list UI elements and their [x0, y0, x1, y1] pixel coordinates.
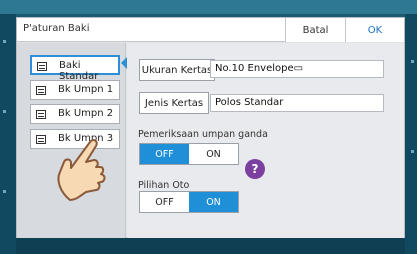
- background-bottom: [16, 238, 405, 254]
- double-feed-label: Pemeriksaan umpan ganda: [138, 129, 268, 140]
- background-tick: [411, 150, 414, 153]
- hand-shape: [57, 139, 106, 201]
- dialog-titlebar: P'aturan Baki Batal OK: [17, 18, 404, 42]
- cancel-button[interactable]: Batal: [285, 18, 345, 42]
- tray-settings-dialog: P'aturan Baki Batal OK Baki Standar Bk U…: [16, 17, 405, 238]
- double-feed-on-option[interactable]: ON: [189, 144, 238, 164]
- tray-settings-panel: Ukuran Kertas No.10 Envelope▭ Jenis Kert…: [127, 43, 404, 238]
- background-tick: [411, 60, 414, 63]
- background-tick: [3, 190, 6, 193]
- background-top: [0, 0, 417, 14]
- tray-icon: [36, 110, 46, 119]
- auto-select-toggle: OFF ON: [139, 191, 239, 213]
- auto-select-on-option[interactable]: ON: [189, 192, 238, 212]
- ok-button[interactable]: OK: [345, 18, 404, 42]
- tray-item-bk-umpn-2[interactable]: Bk Umpn 2: [30, 104, 120, 124]
- double-feed-toggle: OFF ON: [139, 143, 239, 165]
- paper-type-button[interactable]: Jenis Kertas: [139, 92, 209, 114]
- tray-item-label: Bk Umpn 2: [58, 108, 114, 119]
- tray-icon: [37, 62, 47, 71]
- auto-select-off-option[interactable]: OFF: [140, 192, 189, 212]
- tray-icon: [36, 86, 46, 95]
- tray-item-baki-standar[interactable]: Baki Standar: [30, 55, 120, 82]
- paper-type-value: Polos Standar: [210, 94, 384, 112]
- tray-item-bk-umpn-1[interactable]: Bk Umpn 1: [30, 80, 120, 100]
- tray-item-label: Bk Umpn 1: [58, 84, 114, 95]
- background-right: [405, 14, 417, 254]
- help-icon[interactable]: ?: [245, 159, 265, 179]
- pointing-hand-icon: [57, 139, 106, 201]
- dialog-title: P'aturan Baki: [23, 23, 90, 34]
- tray-item-label: Baki Standar: [59, 60, 99, 82]
- background-tick: [3, 110, 6, 113]
- background-left: [0, 14, 16, 254]
- auto-select-label: Pilihan Oto: [138, 180, 190, 191]
- background-tick: [3, 40, 6, 43]
- double-feed-off-option[interactable]: OFF: [140, 144, 189, 164]
- paper-size-button[interactable]: Ukuran Kertas: [139, 59, 215, 81]
- tray-icon: [36, 135, 46, 144]
- paper-size-value: No.10 Envelope▭: [210, 60, 384, 78]
